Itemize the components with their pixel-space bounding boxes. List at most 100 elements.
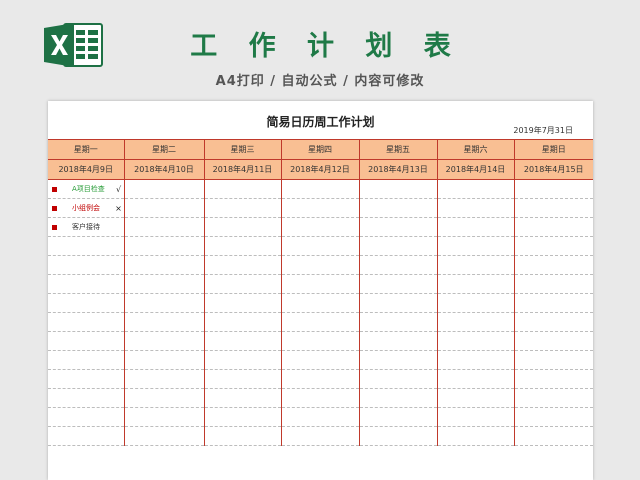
plan-cell[interactable] (513, 331, 593, 351)
weekday-cell[interactable]: 星期五 (358, 139, 437, 160)
plan-cell[interactable] (48, 350, 124, 370)
plan-cell[interactable] (513, 198, 593, 218)
date-cell[interactable]: 2018年4月13日 (358, 159, 437, 180)
plan-cell[interactable] (280, 312, 359, 332)
plan-cell[interactable] (436, 350, 514, 370)
plan-cell[interactable] (513, 350, 593, 370)
plan-cell[interactable] (280, 179, 359, 199)
weekday-cell[interactable]: 星期三 (203, 139, 281, 160)
plan-cell[interactable] (436, 369, 514, 389)
date-cell[interactable]: 2018年4月10日 (123, 159, 204, 180)
date-cell[interactable]: 2018年4月9日 (48, 159, 124, 180)
plan-cell[interactable] (203, 426, 281, 446)
plan-cell[interactable] (513, 255, 593, 275)
plan-cell[interactable] (123, 388, 204, 408)
date-cell[interactable]: 2018年4月12日 (280, 159, 359, 180)
plan-cell[interactable] (358, 369, 437, 389)
plan-cell[interactable] (280, 274, 359, 294)
plan-cell[interactable] (123, 426, 204, 446)
plan-cell[interactable] (513, 236, 593, 256)
plan-cell[interactable] (436, 407, 514, 427)
plan-cell[interactable] (123, 179, 204, 199)
plan-cell[interactable] (513, 369, 593, 389)
plan-cell[interactable] (123, 369, 204, 389)
plan-cell[interactable] (123, 312, 204, 332)
plan-cell[interactable] (358, 255, 437, 275)
plan-cell[interactable] (358, 179, 437, 199)
plan-cell[interactable] (513, 293, 593, 313)
plan-cell[interactable] (358, 331, 437, 351)
weekday-cell[interactable]: 星期一 (48, 139, 124, 160)
plan-cell[interactable] (48, 236, 124, 256)
plan-cell[interactable] (123, 274, 204, 294)
date-cell[interactable]: 2018年4月14日 (436, 159, 514, 180)
plan-cell[interactable] (436, 312, 514, 332)
plan-cell[interactable] (123, 350, 204, 370)
plan-cell[interactable] (280, 198, 359, 218)
plan-cell[interactable] (358, 217, 437, 237)
plan-cell[interactable] (48, 312, 124, 332)
plan-cell[interactable] (358, 293, 437, 313)
plan-cell[interactable] (280, 293, 359, 313)
weekday-cell[interactable]: 星期四 (280, 139, 359, 160)
plan-cell[interactable] (436, 217, 514, 237)
plan-cell[interactable] (358, 312, 437, 332)
plan-cell[interactable] (358, 274, 437, 294)
plan-cell[interactable] (358, 407, 437, 427)
plan-cell[interactable] (203, 388, 281, 408)
plan-cell[interactable] (436, 293, 514, 313)
plan-cell[interactable] (436, 274, 514, 294)
plan-cell[interactable] (358, 388, 437, 408)
plan-cell[interactable] (203, 407, 281, 427)
plan-cell[interactable] (436, 255, 514, 275)
weekday-cell[interactable]: 星期二 (123, 139, 204, 160)
plan-cell[interactable] (123, 236, 204, 256)
plan-cell[interactable] (436, 388, 514, 408)
plan-cell[interactable] (203, 217, 281, 237)
plan-cell[interactable] (203, 198, 281, 218)
plan-cell[interactable] (280, 217, 359, 237)
plan-cell[interactable] (513, 388, 593, 408)
plan-cell[interactable] (358, 198, 437, 218)
plan-cell[interactable] (48, 426, 124, 446)
plan-cell[interactable] (513, 274, 593, 294)
weekday-cell[interactable]: 星期六 (436, 139, 514, 160)
plan-cell[interactable] (123, 217, 204, 237)
plan-cell[interactable] (436, 179, 514, 199)
plan-cell[interactable] (203, 312, 281, 332)
plan-cell[interactable] (48, 274, 124, 294)
plan-cell[interactable] (358, 350, 437, 370)
plan-cell[interactable] (48, 255, 124, 275)
plan-cell[interactable] (280, 236, 359, 256)
plan-cell[interactable]: 客户接待 (48, 217, 124, 237)
plan-cell[interactable] (436, 236, 514, 256)
plan-cell[interactable] (436, 426, 514, 446)
plan-cell[interactable] (280, 350, 359, 370)
plan-cell[interactable] (280, 369, 359, 389)
plan-cell[interactable] (280, 426, 359, 446)
plan-cell[interactable] (436, 331, 514, 351)
plan-cell[interactable] (48, 388, 124, 408)
plan-cell[interactable] (203, 369, 281, 389)
plan-cell[interactable] (513, 312, 593, 332)
plan-cell[interactable] (358, 236, 437, 256)
plan-cell[interactable] (123, 293, 204, 313)
date-cell[interactable]: 2018年4月11日 (203, 159, 281, 180)
plan-cell[interactable] (358, 426, 437, 446)
weekday-cell[interactable]: 星期日 (513, 139, 593, 160)
plan-cell[interactable] (48, 293, 124, 313)
plan-cell[interactable] (203, 331, 281, 351)
plan-cell[interactable] (203, 350, 281, 370)
plan-cell[interactable] (203, 179, 281, 199)
plan-cell[interactable]: 小组例会 × (48, 198, 124, 218)
plan-cell[interactable] (280, 331, 359, 351)
plan-cell[interactable] (203, 255, 281, 275)
plan-cell[interactable] (123, 407, 204, 427)
plan-cell[interactable] (513, 407, 593, 427)
plan-cell[interactable] (203, 274, 281, 294)
plan-cell[interactable] (513, 217, 593, 237)
plan-cell[interactable] (203, 293, 281, 313)
plan-cell[interactable] (48, 331, 124, 351)
plan-cell[interactable] (280, 407, 359, 427)
plan-cell[interactable] (123, 198, 204, 218)
